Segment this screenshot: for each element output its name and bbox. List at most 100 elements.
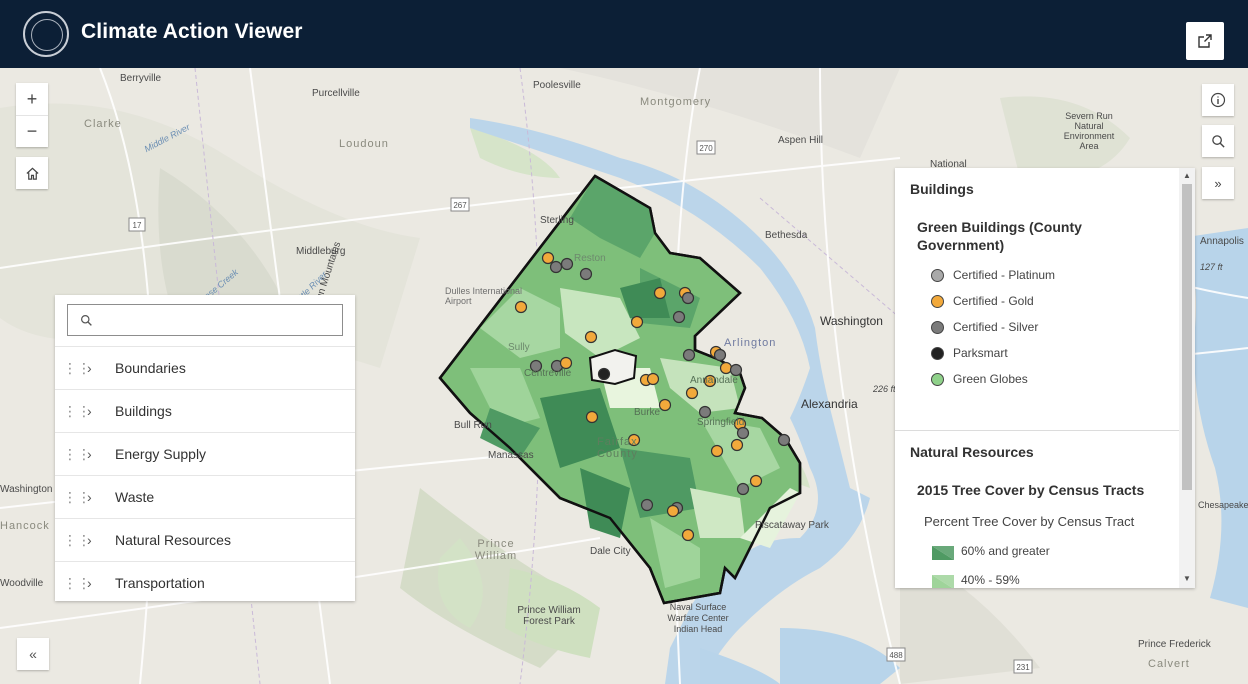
app-header: Climate Action Viewer [0, 0, 1248, 68]
layer-label: Buildings [115, 403, 172, 419]
place-label: Loudoun [339, 138, 389, 150]
place-label: Reston [574, 253, 606, 264]
place-label: Dulles International Airport [445, 286, 523, 306]
map-view[interactable]: 270 267 17 66 488 231 Berryville Purcell… [0, 68, 1248, 684]
legend-item: Certified - Platinum [931, 268, 1055, 282]
legend-symbol [931, 372, 944, 386]
layer-item-boundaries[interactable]: ⋮⋮ › Boundaries [55, 346, 355, 389]
search-button[interactable] [1202, 125, 1234, 157]
chevron-right-icon[interactable]: › [87, 489, 101, 505]
chevron-right-icon[interactable]: › [87, 575, 101, 591]
place-label: Hancock [0, 520, 50, 532]
drag-handle-icon[interactable]: ⋮⋮ [63, 404, 91, 418]
place-label: 127 ft [1200, 262, 1223, 272]
info-control [1202, 84, 1234, 116]
place-label: Bethesda [765, 230, 808, 241]
legend-scrollbar[interactable]: ▲ ▼ [1179, 168, 1195, 588]
route-shield: 267 [453, 201, 467, 210]
legend-symbol [932, 546, 954, 560]
chevron-right-icon[interactable]: › [87, 403, 101, 419]
place-label: Fairfax County [597, 436, 638, 460]
place-label: Prince William Forest Park [517, 605, 581, 627]
chevrons-left-icon: « [29, 646, 37, 662]
layer-item-natural-resources[interactable]: ⋮⋮ › Natural Resources [55, 518, 355, 561]
expand-control: » [1202, 167, 1234, 199]
route-shield: 17 [133, 221, 142, 230]
app-window: Climate Action Viewer 270 267 17 488 231… [0, 0, 1248, 684]
legend-item: 40% - 59% [931, 570, 1020, 588]
place-label: Prince William [474, 538, 518, 562]
county-seal-icon [23, 11, 69, 57]
place-label: Annandale [690, 375, 738, 386]
drag-handle-icon[interactable]: ⋮⋮ [63, 361, 91, 375]
legend-divider [895, 430, 1179, 431]
collapse-panel-button[interactable]: « [17, 638, 49, 670]
drag-handle-icon[interactable]: ⋮⋮ [63, 533, 91, 547]
chevrons-right-icon: » [1214, 175, 1222, 191]
place-label: Manassas [488, 450, 534, 461]
place-label: Naval Surface Warfare Center Indian Head [667, 602, 729, 634]
scroll-thumb[interactable] [1182, 184, 1192, 490]
place-label: Annapolis [1200, 236, 1244, 247]
info-icon [1210, 92, 1226, 108]
place-label: Bull Run [454, 420, 492, 431]
place-label: Alexandria [801, 397, 858, 411]
chevron-right-icon[interactable]: › [87, 360, 101, 376]
legend-item: Parksmart [931, 346, 1008, 360]
layer-item-transportation[interactable]: ⋮⋮ › Transportation [55, 561, 355, 604]
place-label: Aspen Hill [778, 135, 824, 146]
place-label: Washington [0, 484, 53, 495]
zoom-controls: + − [16, 83, 48, 147]
legend-item: Certified - Gold [931, 294, 1034, 308]
legend-item: Certified - Silver [931, 320, 1038, 334]
drag-handle-icon[interactable]: ⋮⋮ [63, 576, 91, 590]
place-label: Piscataway Park [755, 520, 829, 531]
chevron-right-icon[interactable]: › [87, 532, 101, 548]
place-label: Sterling [540, 215, 574, 226]
legend-item: 60% and greater [931, 541, 1050, 561]
place-label: Calvert [1148, 658, 1190, 670]
search-control [1202, 125, 1234, 157]
route-shield: 488 [889, 651, 903, 660]
place-label: Purcellville [312, 88, 360, 99]
place-label: Poolesville [533, 80, 581, 91]
launch-button[interactable] [1186, 22, 1224, 60]
legend-symbol [931, 294, 944, 308]
app-title: Climate Action Viewer [81, 20, 303, 43]
legend-symbol [931, 346, 944, 360]
place-label: Berryville [120, 73, 162, 84]
legend-item-label: Certified - Platinum [953, 268, 1056, 282]
drag-handle-icon[interactable]: ⋮⋮ [63, 490, 91, 504]
legend-section-title: Buildings [910, 181, 974, 197]
search-icon [1211, 134, 1225, 148]
legend-item-label: 60% and greater [961, 544, 1050, 558]
scroll-up-icon[interactable]: ▲ [1183, 171, 1191, 180]
layer-label: Transportation [115, 575, 205, 591]
layer-item-waste[interactable]: ⋮⋮ › Waste [55, 475, 355, 518]
legend-item-label: Parksmart [953, 346, 1008, 360]
info-button[interactable] [1202, 84, 1234, 116]
zoom-in-button[interactable]: + [16, 83, 48, 115]
zoom-out-button[interactable]: − [16, 115, 48, 147]
scroll-down-icon[interactable]: ▼ [1183, 574, 1191, 583]
layer-search-input[interactable] [101, 312, 331, 328]
chevron-right-icon[interactable]: › [87, 446, 101, 462]
layer-item-buildings[interactable]: ⋮⋮ › Buildings [55, 389, 355, 432]
place-label: Prince Frederick [1138, 639, 1211, 650]
expand-panel-button[interactable]: » [1202, 167, 1234, 199]
layer-search-field[interactable] [67, 304, 343, 336]
place-label: Severn Run Natural Environment Area [1063, 111, 1115, 151]
drag-handle-icon[interactable]: ⋮⋮ [63, 447, 91, 461]
place-label: Woodville [0, 578, 44, 589]
search-icon [81, 314, 92, 326]
legend-item-label: Green Globes [953, 372, 1028, 386]
layer-item-energy-supply[interactable]: ⋮⋮ › Energy Supply [55, 432, 355, 475]
place-label: Springfield [697, 417, 745, 428]
home-button[interactable] [16, 157, 48, 189]
layer-label: Natural Resources [115, 532, 231, 548]
external-link-icon [1198, 34, 1212, 48]
legend-item-label: Certified - Gold [953, 294, 1034, 308]
home-icon [25, 167, 39, 180]
legend-panel: Buildings Green Buildings (County Govern… [895, 168, 1195, 588]
place-label: Centreville [524, 368, 572, 379]
